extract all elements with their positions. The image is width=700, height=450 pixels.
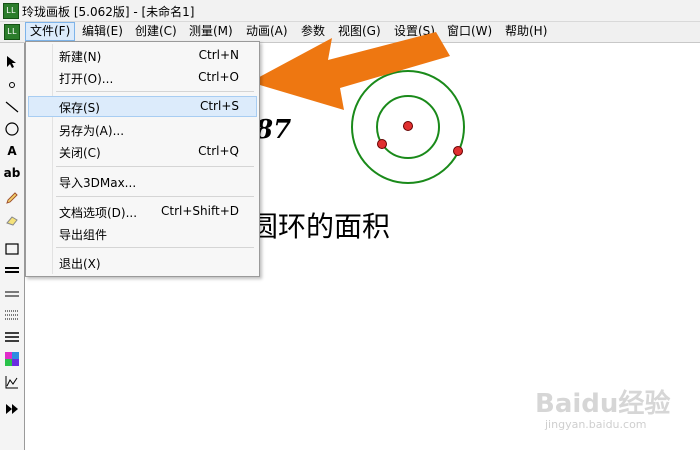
menu-item-exit[interactable]: 退出(X)	[28, 252, 257, 273]
menu-item-label: 导出组件	[59, 228, 108, 242]
file-menu-dropdown: 新建(N) Ctrl+N 打开(O)... Ctrl+O 保存(S) Ctrl+…	[25, 41, 260, 277]
window-title: 玲珑画板 [5.062版] - [未命名1]	[22, 5, 195, 19]
title-bar: LL 玲珑画板 [5.062版] - [未命名1]	[0, 0, 700, 22]
menu-item-label: 打开(O)...	[59, 72, 114, 86]
menu-item-save-as[interactable]: 另存为(A)...	[28, 119, 257, 140]
menu-item-shortcut: Ctrl+S	[199, 99, 239, 113]
rectangle-icon[interactable]	[3, 240, 21, 258]
canvas-title-text: 圆环的面积	[250, 210, 391, 243]
menu-item-label: 导入3DMax...	[59, 176, 137, 190]
menu-item-label: 新建(N)	[59, 50, 102, 64]
point-icon[interactable]	[3, 76, 21, 94]
menu-item-save[interactable]: 保存(S) Ctrl+S	[28, 96, 257, 117]
menu-item-label: 关闭(C)	[59, 146, 101, 160]
pencil-icon[interactable]	[3, 189, 21, 207]
menu-item-new[interactable]: 新建(N) Ctrl+N	[28, 45, 257, 66]
thick-line-icon[interactable]	[3, 261, 21, 279]
label-text-icon[interactable]: ab	[3, 164, 21, 182]
outer-radius-point[interactable]	[453, 146, 463, 156]
text-icon[interactable]: A	[3, 142, 21, 160]
dotted-lines-icon[interactable]	[3, 306, 21, 324]
center-point[interactable]	[403, 121, 413, 131]
annotation-arrow-icon	[250, 32, 450, 110]
menu-item-shortcut: Ctrl+Q	[198, 144, 239, 158]
menu-separator	[56, 247, 254, 248]
menu-item-label: 另存为(A)...	[59, 124, 125, 138]
menu-separator	[56, 196, 254, 197]
menu-item-import-3dmax[interactable]: 导入3DMax...	[28, 171, 257, 192]
menu-item-export-component[interactable]: 导出组件	[28, 223, 257, 244]
menu-separator	[56, 91, 254, 92]
inner-radius-point[interactable]	[377, 139, 387, 149]
pointer-icon[interactable]	[3, 53, 21, 71]
circle-icon[interactable]	[3, 120, 21, 138]
app-logo-icon: LL	[3, 3, 19, 19]
document-icon[interactable]: LL	[4, 24, 20, 40]
menu-measure[interactable]: 测量(M)	[185, 23, 237, 40]
menu-item-label: 文档选项(D)...	[59, 206, 138, 220]
line-icon[interactable]	[3, 98, 21, 116]
menu-help[interactable]: 帮助(H)	[501, 23, 551, 40]
menu-item-shortcut: Ctrl+O	[198, 70, 239, 84]
menu-item-shortcut: Ctrl+N	[198, 48, 239, 62]
watermark-url: jingyan.baidu.com	[545, 418, 647, 431]
menu-create[interactable]: 创建(C)	[131, 23, 181, 40]
eraser-icon[interactable]	[3, 211, 21, 229]
tool-palette: A ab	[0, 43, 25, 450]
double-line-icon[interactable]	[3, 285, 21, 303]
watermark-brand: Baidu经验	[535, 389, 671, 419]
menu-item-label: 退出(X)	[59, 257, 101, 271]
lines-icon[interactable]	[3, 328, 21, 346]
menu-edit[interactable]: 编辑(E)	[78, 23, 127, 40]
menu-item-label: 保存(S)	[59, 101, 100, 115]
play-forward-icon[interactable]	[3, 400, 21, 418]
menu-item-close[interactable]: 关闭(C) Ctrl+Q	[28, 141, 257, 162]
canvas-number-text: 87	[255, 115, 292, 145]
menu-item-document-options[interactable]: 文档选项(D)... Ctrl+Shift+D	[28, 201, 257, 222]
menu-item-open[interactable]: 打开(O)... Ctrl+O	[28, 67, 257, 88]
menu-separator	[56, 166, 254, 167]
menu-item-shortcut: Ctrl+Shift+D	[161, 204, 239, 218]
graph-icon[interactable]	[3, 373, 21, 391]
color-icon[interactable]	[3, 350, 21, 368]
menu-file[interactable]: 文件(F)	[25, 22, 76, 41]
